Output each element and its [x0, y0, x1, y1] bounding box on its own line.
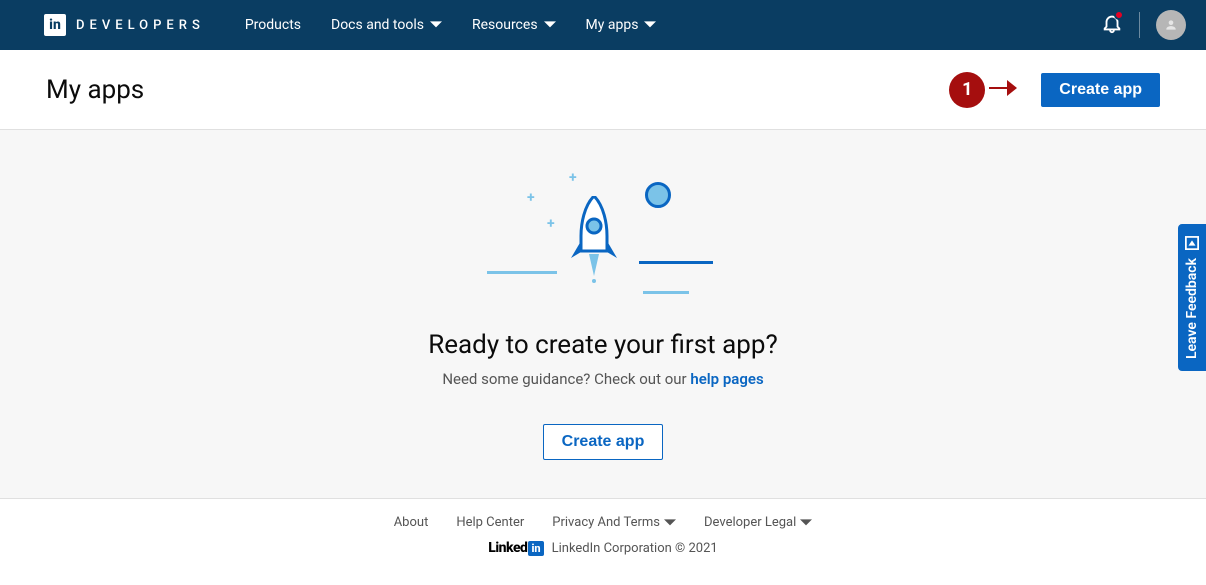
- nav-item-docs-tools[interactable]: Docs and tools: [331, 17, 442, 33]
- notification-dot-icon: [1114, 10, 1124, 20]
- arrow-right-icon: [989, 80, 1017, 100]
- feedback-label: Leave Feedback: [1184, 258, 1200, 359]
- notifications-button[interactable]: [1101, 12, 1123, 38]
- separator: [1139, 12, 1140, 38]
- ground-line-icon: [639, 261, 713, 264]
- footer-label: Help Center: [456, 515, 524, 530]
- footer-label: Developer Legal: [704, 515, 796, 530]
- top-nav: in DEVELOPERS Products Docs and tools Re…: [0, 0, 1206, 50]
- subheader: My apps 1 Create app: [0, 50, 1206, 130]
- empty-state-heading: Ready to create your first app?: [428, 330, 778, 360]
- nav-label: Docs and tools: [331, 17, 424, 33]
- main-content: + + + Ready to create your first app? Ne…: [0, 130, 1206, 499]
- chevron-down-icon: [800, 517, 812, 529]
- sparkle-icon: +: [527, 190, 535, 206]
- footer-label: Privacy And Terms: [552, 515, 660, 530]
- sparkle-icon: +: [547, 216, 555, 232]
- nav-item-resources[interactable]: Resources: [472, 17, 556, 33]
- callout-annotation: 1: [949, 72, 1017, 108]
- copyright: LinkedIn Corporation © 2021: [552, 541, 718, 556]
- nav-right: [1101, 10, 1186, 40]
- footer-brand: Linkedin LinkedIn Corporation © 2021: [0, 540, 1206, 556]
- nav-items: Products Docs and tools Resources My app…: [245, 17, 1101, 33]
- footer: About Help Center Privacy And Terms Deve…: [0, 499, 1206, 556]
- empty-state-subtext: Need some guidance? Check out our help p…: [442, 370, 763, 388]
- footer-link-about[interactable]: About: [394, 515, 429, 530]
- brand-word: Linked: [488, 540, 527, 556]
- sparkle-icon: +: [569, 170, 577, 186]
- page-title: My apps: [46, 75, 144, 105]
- rocket-icon: [569, 196, 619, 286]
- linkedin-wordmark: Linkedin: [488, 540, 543, 556]
- profile-avatar-button[interactable]: [1156, 10, 1186, 40]
- nav-label: My apps: [586, 17, 639, 33]
- footer-label: About: [394, 515, 429, 530]
- moon-icon: [645, 182, 671, 208]
- brand-name: DEVELOPERS: [76, 18, 205, 33]
- create-app-button-secondary[interactable]: Create app: [543, 424, 664, 460]
- ground-line-icon: [643, 291, 689, 294]
- ground-line-icon: [487, 271, 557, 274]
- subheader-right: 1 Create app: [949, 72, 1160, 108]
- callout-number: 1: [949, 72, 985, 108]
- brand-badge-icon: in: [528, 541, 543, 556]
- brand[interactable]: in DEVELOPERS: [44, 14, 205, 36]
- footer-link-privacy-terms[interactable]: Privacy And Terms: [552, 515, 676, 530]
- footer-link-help-center[interactable]: Help Center: [456, 515, 524, 530]
- rocket-illustration: + + +: [493, 170, 713, 300]
- chevron-down-icon: [430, 19, 442, 31]
- footer-links: About Help Center Privacy And Terms Deve…: [0, 515, 1206, 530]
- nav-label: Resources: [472, 17, 538, 33]
- chevron-down-icon: [664, 517, 676, 529]
- feedback-icon: [1185, 236, 1199, 250]
- chevron-down-icon: [544, 19, 556, 31]
- subtext-prefix: Need some guidance? Check out our: [442, 370, 690, 388]
- leave-feedback-tab[interactable]: Leave Feedback: [1178, 224, 1206, 371]
- linkedin-logo-icon: in: [44, 14, 66, 36]
- footer-link-developer-legal[interactable]: Developer Legal: [704, 515, 812, 530]
- nav-label: Products: [245, 17, 301, 33]
- nav-item-products[interactable]: Products: [245, 17, 301, 33]
- person-icon: [1164, 18, 1178, 32]
- nav-item-my-apps[interactable]: My apps: [586, 17, 657, 33]
- help-pages-link[interactable]: help pages: [690, 370, 763, 388]
- create-app-button[interactable]: Create app: [1041, 73, 1160, 107]
- chevron-down-icon: [644, 19, 656, 31]
